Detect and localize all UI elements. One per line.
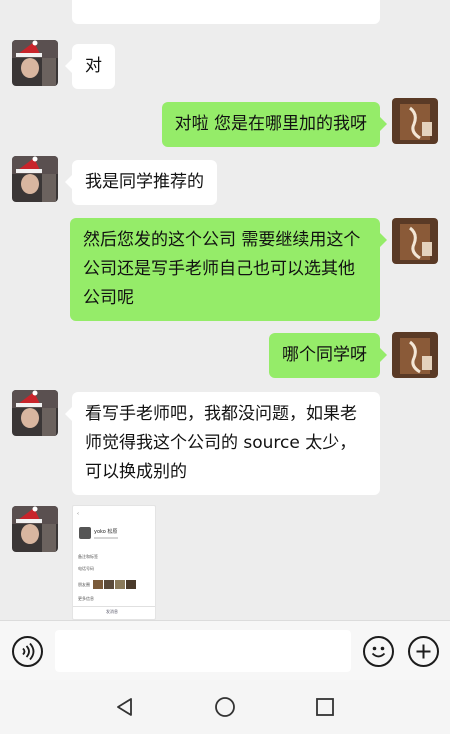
- plus-icon: [416, 644, 431, 659]
- message-bubble-received[interactable]: 看写手老师吧，我都没问题，如果老师觉得我这个公司的 source 太少，可以换成…: [65, 392, 380, 495]
- profile-name: yoko 松原: [94, 529, 118, 535]
- message-bubble-sent[interactable]: 哪个同学呀: [269, 333, 387, 378]
- my-avatar[interactable]: [392, 332, 438, 378]
- recents-square-icon[interactable]: [314, 696, 336, 718]
- system-navigation-bar: [0, 680, 450, 734]
- moments-photo: [115, 580, 125, 589]
- previous-message-bubble: [72, 0, 380, 24]
- home-circle-icon[interactable]: [214, 696, 236, 718]
- moments-photo: [104, 580, 114, 589]
- contact-avatar[interactable]: [12, 40, 58, 86]
- profile-row-label: 备注和标签: [78, 554, 98, 559]
- send-message-label: 发消息: [106, 609, 118, 614]
- profile-row-label: 电话号码: [78, 566, 94, 571]
- message-bubble-received[interactable]: 对: [65, 44, 115, 89]
- profile-row-label: 朋友圈: [78, 582, 90, 587]
- voice-icon: [22, 642, 35, 661]
- moments-photo: [126, 580, 136, 589]
- emoji-button[interactable]: [363, 636, 394, 667]
- image-message-thumbnail[interactable]: ‹ yoko 松原 备注和标签 电话号码 朋友圈 更多信息 发消息: [72, 505, 156, 620]
- my-avatar[interactable]: [392, 218, 438, 264]
- message-bubble-sent[interactable]: 对啦 您是在哪里加的我呀: [161, 102, 388, 147]
- contact-avatar[interactable]: [12, 156, 58, 202]
- voice-button[interactable]: [12, 636, 43, 667]
- moments-photo: [93, 580, 103, 589]
- profile-row-label: 更多信息: [78, 596, 94, 601]
- message-input[interactable]: [55, 630, 351, 672]
- message-bubble-sent[interactable]: 然后您发的这个公司 需要继续用这个公司还是写手老师自己也可以选其他公司呢: [70, 218, 387, 321]
- divider: [73, 606, 155, 607]
- emoji-icon: [371, 646, 386, 658]
- profile-avatar: [79, 527, 91, 539]
- back-triangle-icon[interactable]: [114, 696, 136, 718]
- contact-avatar[interactable]: [12, 506, 58, 552]
- chat-area[interactable]: 对 对啦 您是在哪里加的我呀 我是同学推荐的 然后您发的这个公司 需要继续用这个…: [0, 0, 450, 620]
- more-button[interactable]: [408, 636, 439, 667]
- input-bar: [0, 620, 450, 680]
- profile-detail-line: [94, 537, 118, 539]
- my-avatar[interactable]: [392, 98, 438, 144]
- back-arrow-icon: ‹: [77, 511, 79, 517]
- message-bubble-received[interactable]: 我是同学推荐的: [65, 160, 217, 205]
- contact-avatar[interactable]: [12, 390, 58, 436]
